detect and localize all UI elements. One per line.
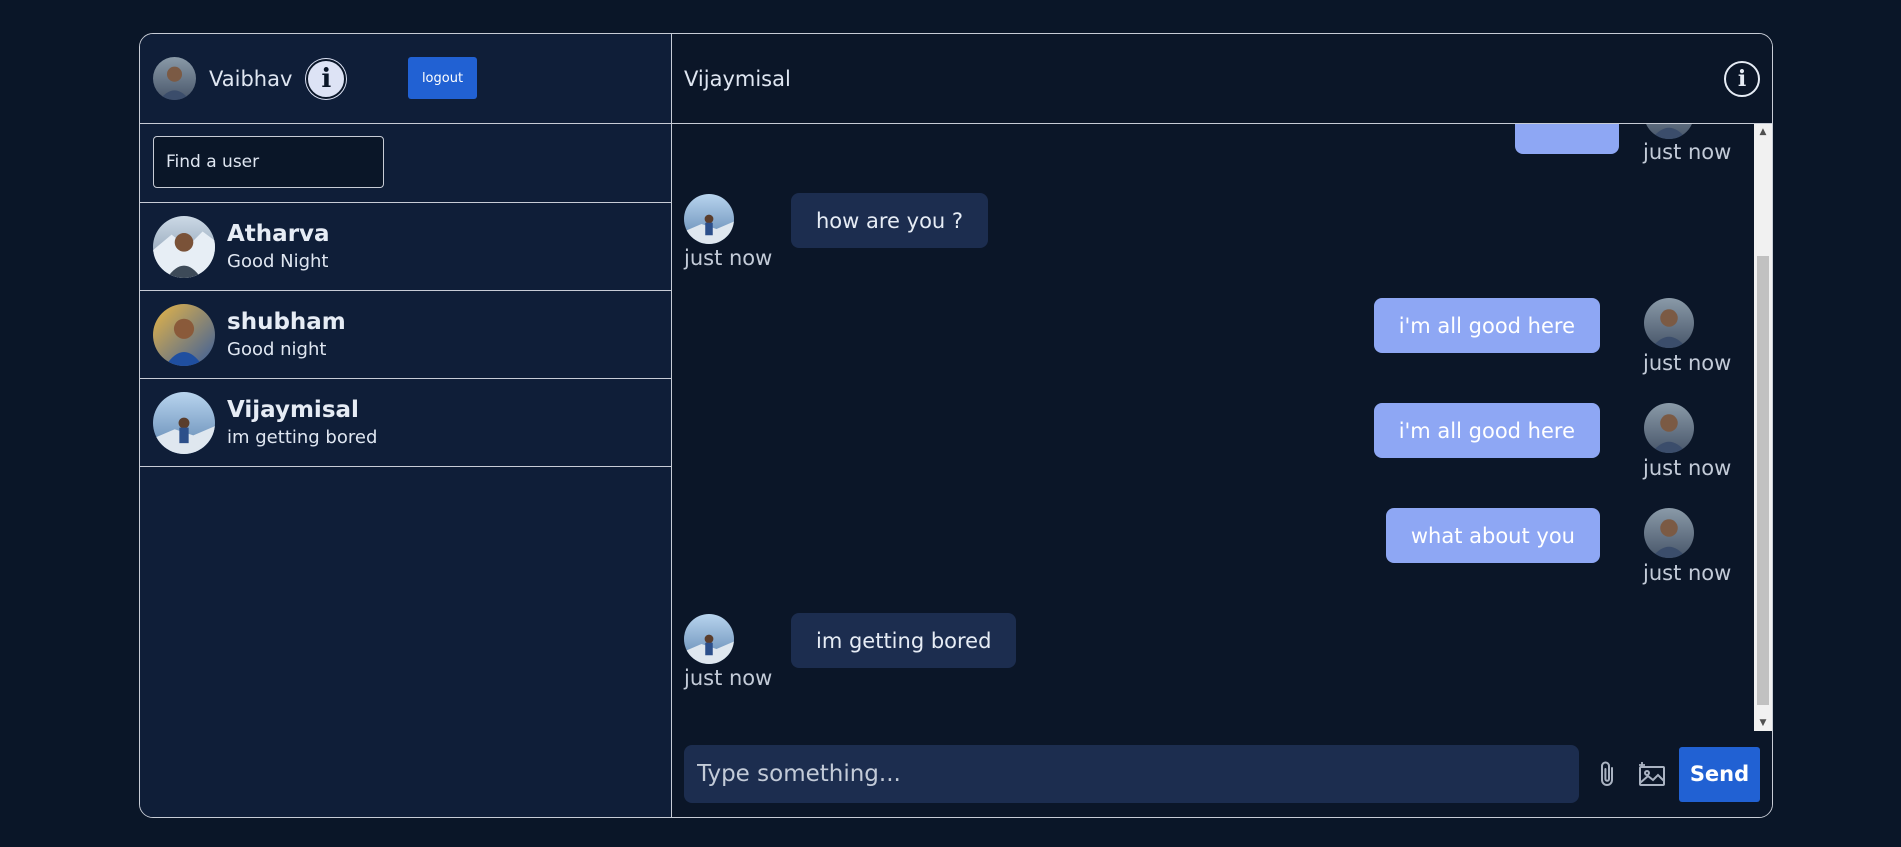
search-bar (140, 124, 671, 203)
chat-info-icon[interactable]: i (1724, 60, 1760, 97)
message-time: just now (684, 246, 773, 270)
user-name: shubham (227, 308, 346, 335)
chat-header: Vijaymisal i (672, 34, 1772, 124)
avatar (153, 303, 215, 366)
user-last-message: Good Night (227, 250, 329, 272)
message-time: just now (684, 666, 773, 690)
user-text: Vijaymisal im getting bored (227, 395, 377, 451)
sidebar-item-vijaymisal[interactable]: Vijaymisal im getting bored (140, 379, 671, 467)
message-bubble: i'm all good here (1373, 298, 1600, 353)
chat-title: Vijaymisal (684, 66, 791, 91)
messages-canvas: just now just now how are you ? i'm all … (672, 124, 1740, 731)
message-bubble (1515, 124, 1619, 154)
attachment-icon[interactable] (1593, 759, 1623, 789)
sender-avatar (1644, 508, 1694, 558)
user-text: Atharva Good Night (227, 219, 330, 275)
message-time: just now (1643, 561, 1732, 585)
sender-avatar (1644, 403, 1694, 453)
message-bubble: i'm all good here (1373, 403, 1600, 458)
message-time: just now (1643, 456, 1732, 480)
message-composer: Send (672, 731, 1772, 817)
message-incoming: how are you ? (791, 193, 989, 248)
message-outgoing: i'm all good here (1373, 298, 1600, 353)
message-list[interactable]: just now just now how are you ? i'm all … (672, 124, 1772, 731)
current-user-avatar (153, 57, 196, 100)
current-user-name: Vaibhav (209, 66, 293, 91)
message-outgoing (1515, 124, 1619, 154)
scroll-up-arrow-icon[interactable]: ▲ (1754, 124, 1772, 140)
sidebar-item-shubham[interactable]: shubham Good night (140, 291, 671, 379)
avatar (153, 391, 215, 454)
message-bubble: how are you ? (791, 193, 989, 248)
user-name: Atharva (227, 220, 330, 247)
user-text: shubham Good night (227, 307, 346, 363)
message-time: just now (1643, 351, 1732, 375)
sidebar: Vaibhav i logout Atharva Good Night shub… (140, 34, 672, 817)
user-last-message: Good night (227, 338, 327, 360)
message-outgoing: what about you (1385, 508, 1600, 563)
scroll-thumb[interactable] (1757, 256, 1769, 705)
sidebar-item-atharva[interactable]: Atharva Good Night (140, 203, 671, 291)
image-icon[interactable] (1637, 759, 1667, 789)
message-outgoing: i'm all good here (1373, 403, 1600, 458)
scroll-down-arrow-icon[interactable]: ▼ (1754, 715, 1772, 731)
chat-app: Vaibhav i logout Atharva Good Night shub… (139, 33, 1773, 818)
sender-avatar (684, 614, 734, 664)
message-time: just now (1643, 140, 1732, 164)
sender-avatar (1644, 298, 1694, 348)
user-last-message: im getting bored (227, 426, 378, 448)
message-bubble: im getting bored (791, 613, 1017, 668)
user-name: Vijaymisal (227, 396, 359, 423)
avatar (153, 215, 215, 278)
search-input[interactable] (153, 136, 384, 188)
sidebar-header: Vaibhav i logout (140, 34, 671, 124)
sender-avatar (1644, 124, 1694, 139)
message-bubble: what about you (1385, 508, 1600, 563)
message-scrollbar[interactable]: ▲ ▼ (1754, 124, 1772, 731)
chat-panel: Vijaymisal i just now just now how are y… (672, 34, 1772, 817)
profile-info-icon[interactable]: i (306, 58, 347, 99)
sender-avatar (684, 194, 734, 244)
message-incoming: im getting bored (791, 613, 1017, 668)
logout-button[interactable]: logout (408, 57, 477, 99)
message-input[interactable] (684, 745, 1579, 803)
send-button[interactable]: Send (1679, 746, 1760, 802)
